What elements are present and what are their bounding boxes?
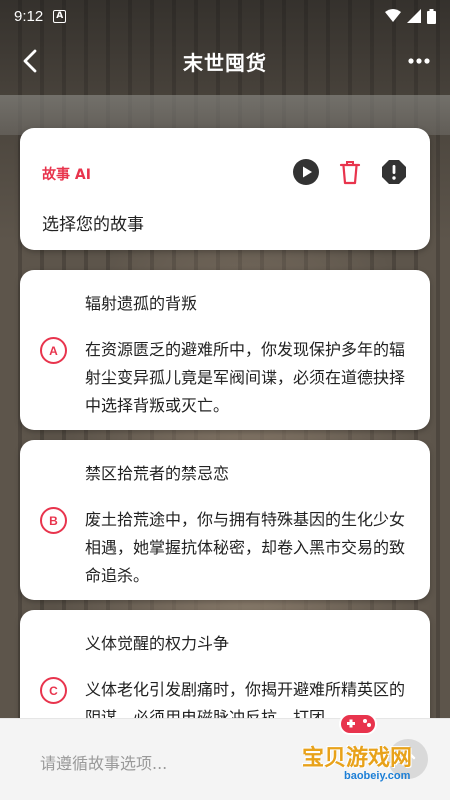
story-option-a[interactable]: 辐射遗孤的背叛 A 在资源匮乏的避难所中，你发现保护多年的辐射尘变异孤儿竟是军阀… <box>20 270 430 430</box>
story-ai-card: 故事 AI 选择您的故事 <box>20 128 430 250</box>
play-button[interactable] <box>292 158 320 186</box>
delete-button[interactable] <box>336 158 364 186</box>
wifi-icon <box>385 9 401 22</box>
option-badge: B <box>40 507 67 534</box>
alert-octagon-icon <box>382 160 406 184</box>
option-description: 在资源匮乏的避难所中，你发现保护多年的辐射尘变异孤儿竟是军阀间谍，必须在道德抉择… <box>85 340 406 415</box>
report-button[interactable] <box>380 158 408 186</box>
option-badge: C <box>40 677 67 704</box>
status-time: 9:12 <box>14 7 44 25</box>
trash-icon <box>339 161 361 185</box>
notification-icon: A <box>53 9 67 23</box>
gamepad-icon <box>339 713 377 735</box>
story-ai-actions <box>292 158 408 186</box>
option-title: 义体觉醒的权力斗争 <box>85 634 230 653</box>
option-badge: A <box>40 337 67 364</box>
option-title: 辐射遗孤的背叛 <box>85 294 198 313</box>
option-title: 禁区拾荒者的禁忌恋 <box>85 464 230 483</box>
page-title: 末世囤货 <box>183 50 267 75</box>
back-arrow-icon[interactable] <box>18 48 44 74</box>
battery-icon <box>427 8 436 24</box>
watermark-text: 宝贝游戏网 <box>302 746 413 771</box>
story-option-b[interactable]: 禁区拾荒者的禁忌恋 B 废土拾荒途中，你与拥有特殊基因的生化少女相遇，她掌握抗体… <box>20 440 430 600</box>
watermark-logo: 宝贝游戏网 baobeiy.com <box>274 704 444 794</box>
play-icon <box>293 159 319 185</box>
story-ai-label: 故事 AI <box>42 167 91 183</box>
signal-icon <box>407 9 421 23</box>
more-options-icon[interactable] <box>406 49 432 73</box>
story-input[interactable]: 请遵循故事选项... <box>40 750 167 774</box>
watermark-url: baobeiy.com <box>344 770 411 782</box>
app-header: 末世囤货 <box>0 36 450 86</box>
story-prompt: 选择您的故事 <box>42 215 144 235</box>
status-bar: 9:12 A <box>0 0 450 32</box>
option-description: 废土拾荒途中，你与拥有特殊基因的生化少女相遇，她掌握抗体秘密，却卷入黑市交易的致… <box>85 510 406 585</box>
